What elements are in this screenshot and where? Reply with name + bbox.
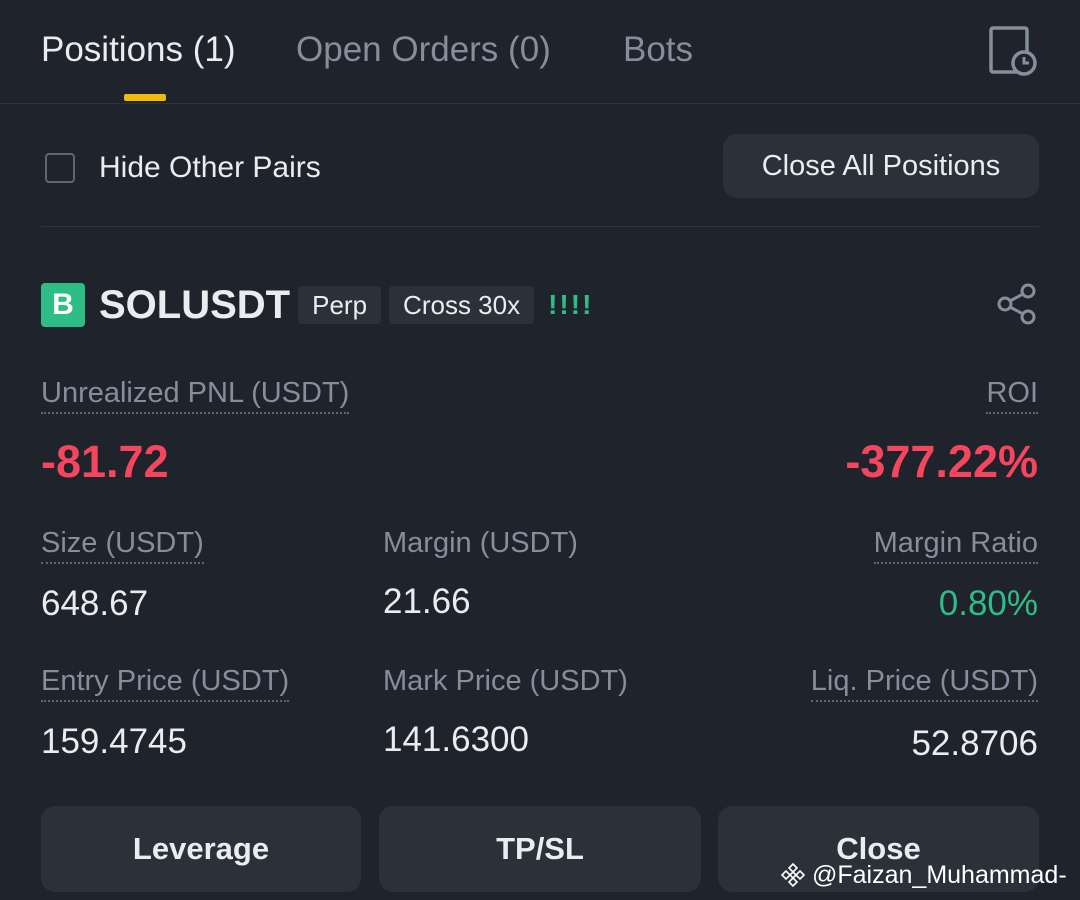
margin-label: Margin (USDT): [383, 527, 578, 559]
roi-value: -377.22%: [845, 436, 1038, 487]
mark-price-value: 141.6300: [383, 720, 529, 759]
contract-type-tag: Perp: [298, 286, 382, 324]
watermark: @Faizan_Muhammad-: [780, 858, 1067, 892]
section-divider: [41, 226, 1039, 227]
size-label[interactable]: Size (USDT): [41, 527, 204, 564]
margin-ratio-label[interactable]: Margin Ratio: [873, 527, 1038, 564]
mark-price-label: Mark Price (USDT): [383, 665, 628, 697]
roi-label[interactable]: ROI: [986, 377, 1038, 414]
hide-other-pairs-label: Hide Other Pairs: [99, 151, 321, 184]
tpsl-button[interactable]: TP/SL: [379, 806, 701, 892]
order-history-icon[interactable]: [988, 25, 1038, 77]
share-icon[interactable]: [996, 283, 1038, 325]
margin-ratio-value: 0.80%: [938, 584, 1038, 623]
tab-bots[interactable]: Bots: [623, 30, 693, 70]
liq-price-value: 52.8706: [911, 724, 1038, 763]
entry-price-label[interactable]: Entry Price (USDT): [41, 665, 290, 702]
unrealized-pnl-label[interactable]: Unrealized PNL (USDT): [41, 377, 350, 414]
hide-other-pairs-toggle[interactable]: Hide Other Pairs: [45, 148, 321, 188]
unrealized-pnl-value: -81.72: [41, 436, 169, 487]
position-header: B SOLUSDT Perp Cross 30x !!!!: [41, 281, 593, 329]
watermark-text: @Faizan_Muhammad-: [812, 860, 1067, 889]
hide-other-pairs-checkbox[interactable]: [45, 153, 75, 183]
entry-price-value: 159.4745: [41, 722, 187, 761]
margin-value: 21.66: [383, 582, 471, 621]
margin-mode-tag[interactable]: Cross 30x: [389, 286, 535, 324]
active-tab-indicator: [124, 94, 166, 101]
side-badge: B: [41, 283, 85, 327]
tab-open-orders[interactable]: Open Orders (0): [296, 30, 551, 70]
leverage-button[interactable]: Leverage: [41, 806, 361, 892]
risk-level-indicator: !!!!: [548, 289, 594, 320]
liq-price-label[interactable]: Liq. Price (USDT): [810, 665, 1038, 702]
binance-logo-icon: [780, 862, 806, 888]
size-value: 648.67: [41, 584, 149, 623]
position-symbol[interactable]: SOLUSDT: [99, 283, 290, 328]
close-all-positions-button[interactable]: Close All Positions: [723, 134, 1039, 198]
tab-positions[interactable]: Positions (1): [41, 30, 236, 70]
position-tabs: Positions (1) Open Orders (0) Bots: [0, 0, 1080, 104]
